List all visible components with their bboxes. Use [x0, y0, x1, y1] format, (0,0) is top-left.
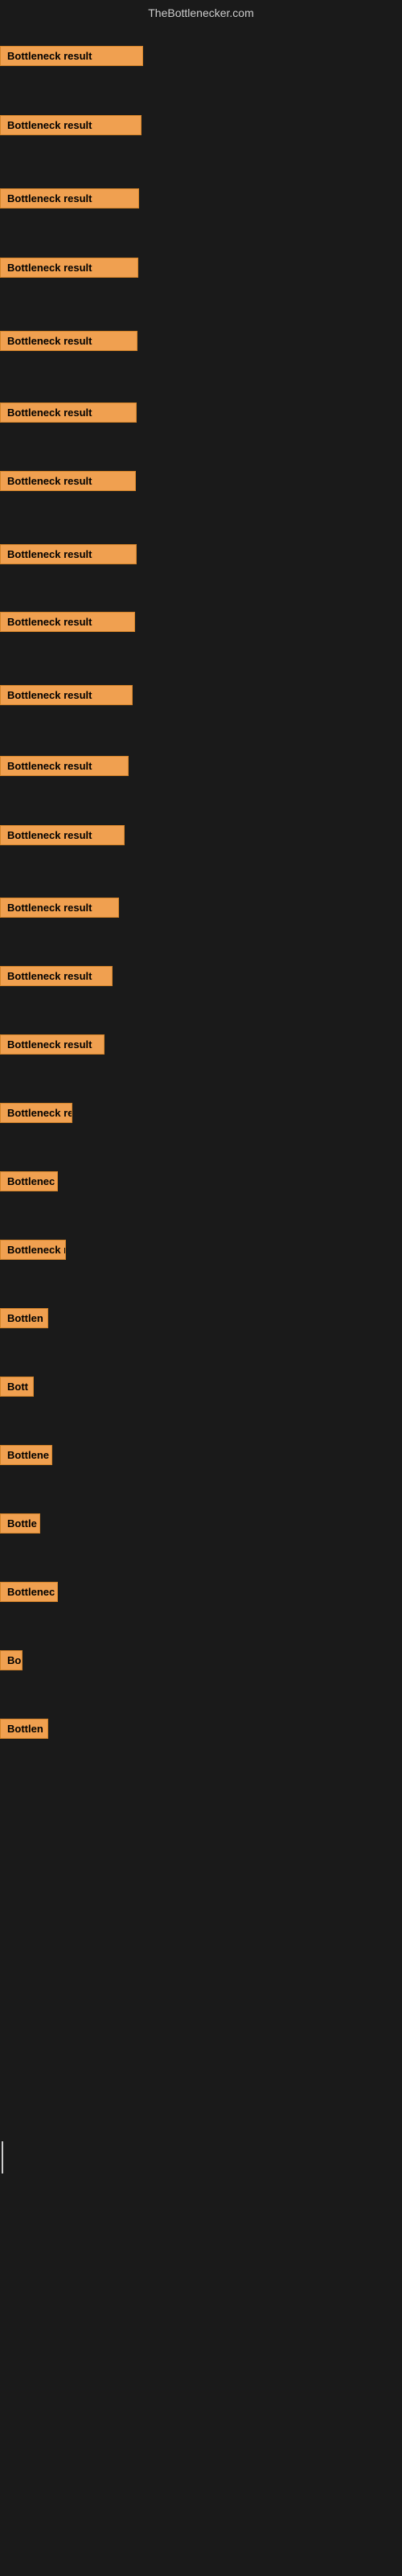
bottleneck-result-item[interactable]: Bottleneck result	[0, 685, 133, 705]
bottleneck-result-item[interactable]: Bottlen	[0, 1719, 48, 1739]
bottleneck-result-item[interactable]: Bo	[0, 1650, 23, 1670]
bottleneck-result-item[interactable]: Bottleneck result	[0, 756, 129, 776]
site-title: TheBottlenecker.com	[0, 0, 402, 26]
bottleneck-result-item[interactable]: Bottleneck r	[0, 1240, 66, 1260]
bottleneck-result-item[interactable]: Bottleneck result	[0, 898, 119, 918]
bottleneck-result-item[interactable]: Bottleneck result	[0, 825, 125, 845]
bottleneck-result-item[interactable]: Bottle	[0, 1513, 40, 1534]
bottleneck-result-item[interactable]: Bottleneck re	[0, 1103, 72, 1123]
bottleneck-result-item[interactable]: Bottleneck result	[0, 258, 138, 278]
bottleneck-result-item[interactable]: Bottleneck result	[0, 544, 137, 564]
bottleneck-result-item[interactable]: Bottleneck result	[0, 331, 137, 351]
bottleneck-result-item[interactable]: Bottleneck result	[0, 612, 135, 632]
bottleneck-result-item[interactable]: Bottleneck result	[0, 115, 142, 135]
bottleneck-result-item[interactable]: Bottleneck result	[0, 966, 113, 986]
bottleneck-result-item[interactable]: Bottleneck result	[0, 188, 139, 208]
bottleneck-result-item[interactable]: Bottlenec	[0, 1171, 58, 1191]
bottleneck-result-item[interactable]: Bott	[0, 1377, 34, 1397]
bottleneck-result-item[interactable]: Bottleneck result	[0, 471, 136, 491]
bottleneck-result-item[interactable]: Bottleneck result	[0, 1034, 105, 1055]
bottleneck-result-item[interactable]: Bottlen	[0, 1308, 48, 1328]
text-cursor	[2, 2141, 3, 2174]
bottleneck-result-item[interactable]: Bottleneck result	[0, 46, 143, 66]
bottleneck-result-item[interactable]: Bottlene	[0, 1445, 52, 1465]
bottleneck-result-item[interactable]: Bottlenec	[0, 1582, 58, 1602]
bottleneck-result-item[interactable]: Bottleneck result	[0, 402, 137, 423]
